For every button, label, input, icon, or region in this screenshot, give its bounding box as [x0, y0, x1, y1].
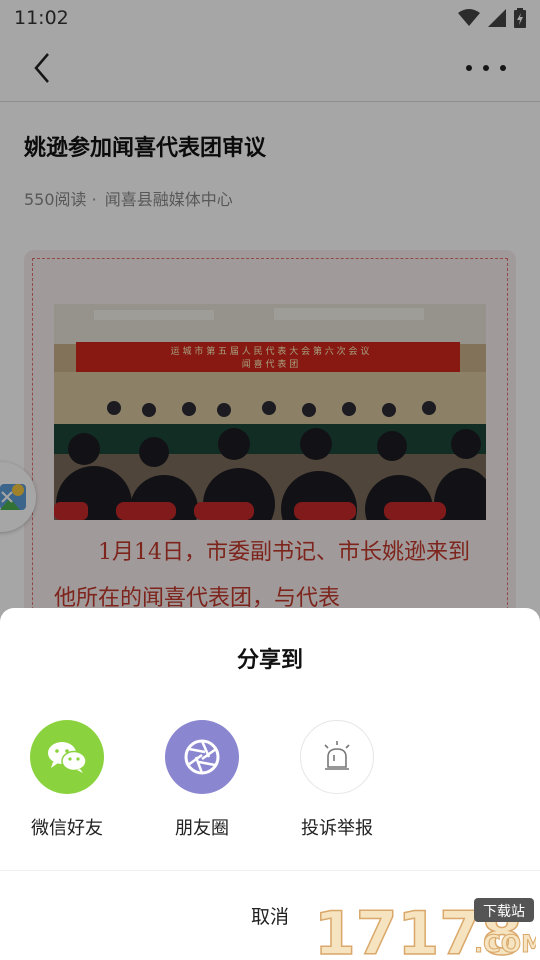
- watermark-logo: 17178 下载站 .COM: [314, 898, 536, 960]
- moments-icon: [165, 720, 239, 794]
- share-label: 微信好友: [31, 818, 103, 839]
- alarm-icon: [300, 720, 374, 794]
- watermark-domain: .COM: [474, 930, 536, 958]
- wechat-glyph: [48, 742, 87, 773]
- watermark-tag: 下载站: [483, 904, 525, 920]
- share-report[interactable]: 投诉举报: [287, 720, 387, 840]
- share-label: 投诉举报: [301, 818, 373, 839]
- share-wechat-friend[interactable]: 微信好友: [17, 720, 117, 840]
- share-moments[interactable]: 朋友圈: [152, 720, 252, 840]
- aperture-glyph: [184, 739, 220, 775]
- wechat-icon: [30, 720, 104, 794]
- alarm-glyph: [324, 741, 350, 770]
- share-label: 朋友圈: [175, 818, 229, 839]
- share-sheet-title: 分享到: [236, 648, 303, 673]
